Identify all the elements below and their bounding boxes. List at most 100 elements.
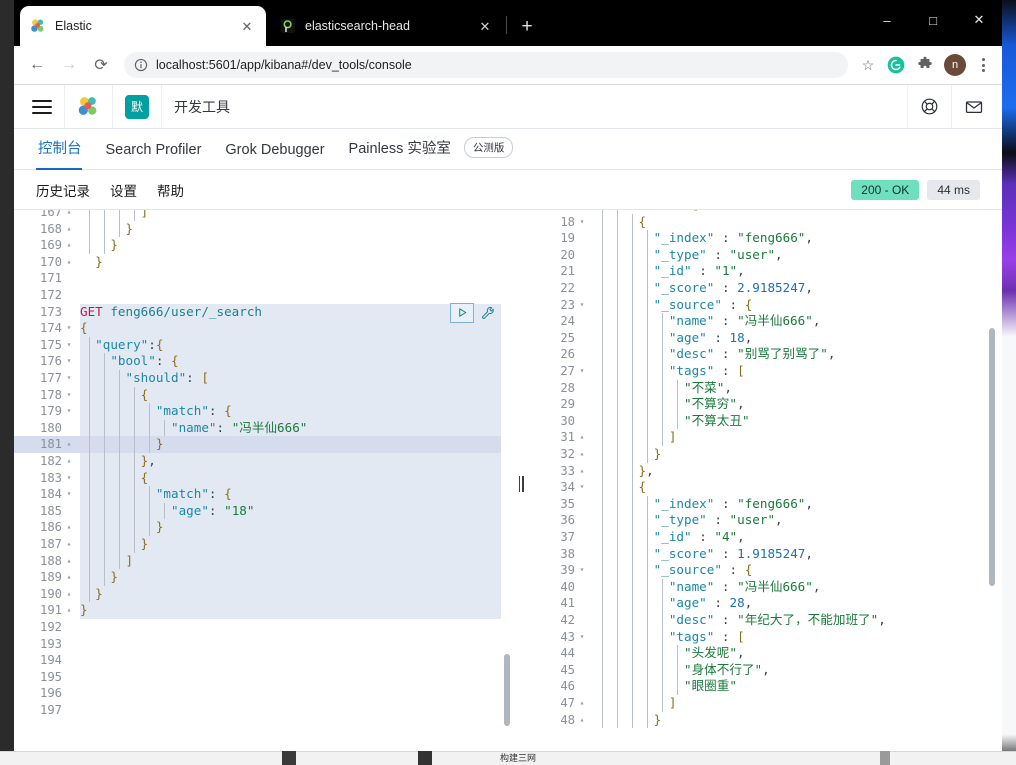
editor-line[interactable]: 180 "name": "冯半仙666": [14, 420, 511, 437]
hamburger-menu-icon[interactable]: [20, 85, 64, 129]
fold-marker[interactable]: ▾: [64, 337, 74, 354]
fold-marker[interactable]: ▴: [64, 453, 74, 470]
settings-link[interactable]: 设置: [110, 180, 137, 200]
close-icon[interactable]: ✕: [476, 17, 494, 35]
fold-marker[interactable]: ▴: [64, 221, 74, 238]
fold-marker[interactable]: ▴: [577, 463, 587, 480]
address-bar[interactable]: localhost:5601/app/kibana#/dev_tools/con…: [124, 52, 848, 78]
fold-marker[interactable]: ▾: [577, 562, 587, 579]
editor-line[interactable]: 176 ▾ "bool": {: [14, 353, 511, 370]
editor-line[interactable]: 168 ▴ }: [14, 221, 511, 238]
fold-marker[interactable]: ▴: [64, 569, 74, 586]
elastic-logo-icon[interactable]: [65, 85, 112, 129]
taskbar-item[interactable]: [880, 751, 890, 765]
close-icon[interactable]: ✕: [238, 17, 256, 35]
taskbar-item[interactable]: [282, 751, 296, 765]
editor-line[interactable]: 170 ▴ }: [14, 254, 511, 271]
fold-marker[interactable]: ▴: [577, 695, 587, 712]
editor-line[interactable]: 174 ▾ {: [14, 320, 511, 337]
window-minimize-button[interactable]: –: [864, 0, 910, 40]
puzzle-extensions-icon[interactable]: [912, 52, 938, 78]
fold-marker[interactable]: ▾: [577, 479, 587, 496]
new-tab-button[interactable]: +: [514, 14, 540, 40]
response-viewer[interactable]: 17▾ "hits" : [18▾ {19 "_index" : "feng66…: [531, 210, 1002, 751]
fold-marker[interactable]: ▴: [64, 237, 74, 254]
editor-line[interactable]: 169 ▴ }: [14, 237, 511, 254]
fold-marker[interactable]: ▾: [577, 297, 587, 314]
kebab-menu-icon[interactable]: [972, 58, 994, 72]
history-link[interactable]: 历史记录: [36, 180, 90, 200]
fold-marker[interactable]: ▴: [577, 429, 587, 446]
fold-marker[interactable]: ▴: [64, 254, 74, 271]
editor-line[interactable]: 177 ▾ "should": [: [14, 370, 511, 387]
forward-button[interactable]: →: [54, 50, 84, 80]
editor-line[interactable]: 185 "age": "18": [14, 503, 511, 520]
tab-console[interactable]: 控制台: [36, 137, 94, 170]
space-selector[interactable]: 默: [113, 85, 161, 129]
fold-marker[interactable]: ▾: [64, 370, 74, 387]
editor-line[interactable]: 173 GET feng666/user/_search: [14, 304, 511, 321]
tab-painless-lab[interactable]: Painless 实验室 公测版: [337, 137, 526, 169]
editor-line[interactable]: 182 ▴ },: [14, 453, 511, 470]
editor-line[interactable]: 194: [14, 652, 511, 669]
editor-line[interactable]: 186 ▴ }: [14, 519, 511, 536]
editor-line[interactable]: 197: [14, 702, 511, 719]
window-close-button[interactable]: ✕: [956, 0, 1002, 40]
editor-line[interactable]: 184 ▾ "match": {: [14, 486, 511, 503]
editor-line[interactable]: 196: [14, 685, 511, 702]
request-editor[interactable]: 167 ▴ ] 168 ▴ } 169 ▴ } 170 ▴ } 171 172 173 GET fen…: [14, 210, 511, 751]
wrench-icon[interactable]: [478, 303, 498, 323]
fold-marker[interactable]: ▴: [64, 553, 74, 570]
editor-line[interactable]: 178 ▾ {: [14, 387, 511, 404]
fold-marker[interactable]: ▾: [577, 214, 587, 231]
window-maximize-button[interactable]: □: [910, 0, 956, 40]
bookmark-star-icon[interactable]: ☆: [856, 53, 880, 77]
play-run-icon[interactable]: [450, 302, 474, 323]
editor-line[interactable]: 171: [14, 270, 511, 287]
editor-line[interactable]: 191 ▴}: [14, 602, 511, 619]
fold-marker[interactable]: ▴: [64, 210, 74, 221]
editor-line[interactable]: 167 ▴ ]: [14, 210, 511, 221]
grammarly-icon[interactable]: [883, 52, 909, 78]
fold-marker[interactable]: ▴: [64, 586, 74, 603]
fold-marker[interactable]: ▾: [64, 353, 74, 370]
editor-line[interactable]: 189 ▴ }: [14, 569, 511, 586]
editor-line[interactable]: 183 ▾ {: [14, 470, 511, 487]
fold-marker[interactable]: ▾: [64, 470, 74, 487]
tab-grok-debugger[interactable]: Grok Debugger: [213, 142, 336, 169]
editor-line[interactable]: 193: [14, 636, 511, 653]
os-taskbar[interactable]: 构建三网: [0, 751, 1016, 765]
pane-splitter[interactable]: [511, 210, 531, 751]
profile-avatar[interactable]: n: [944, 54, 966, 76]
fold-marker[interactable]: ▴: [64, 436, 74, 453]
fold-marker[interactable]: ▴: [64, 602, 74, 619]
editor-line[interactable]: 190 ▴ }: [14, 586, 511, 603]
fold-marker[interactable]: ▾: [64, 486, 74, 503]
fold-marker[interactable]: ▴: [577, 446, 587, 463]
taskbar-item[interactable]: [418, 751, 432, 765]
browser-tab-elastic[interactable]: Elastic ✕: [20, 6, 266, 46]
request-scrollbar[interactable]: [504, 654, 510, 726]
fold-marker[interactable]: ▴: [64, 519, 74, 536]
editor-line[interactable]: 181 ▴ }: [14, 436, 511, 453]
editor-line[interactable]: 175 ▾ "query":{: [14, 337, 511, 354]
editor-line[interactable]: 188 ▴ ]: [14, 553, 511, 570]
site-info-icon[interactable]: [134, 58, 148, 72]
envelope-icon[interactable]: [952, 85, 996, 129]
editor-line[interactable]: 192: [14, 619, 511, 636]
splitter-grip[interactable]: [517, 476, 525, 492]
fold-marker[interactable]: ▾: [64, 320, 74, 337]
fold-marker[interactable]: ▴: [64, 536, 74, 553]
reload-button[interactable]: ⟳: [86, 50, 116, 80]
editor-line[interactable]: 179 ▾ "match": {: [14, 403, 511, 420]
editor-line[interactable]: 195: [14, 669, 511, 686]
back-button[interactable]: ←: [22, 50, 52, 80]
fold-marker[interactable]: ▾: [64, 403, 74, 420]
response-scrollbar[interactable]: [989, 328, 995, 586]
fold-marker[interactable]: ▾: [64, 387, 74, 404]
editor-line[interactable]: 187 ▴ }: [14, 536, 511, 553]
editor-line[interactable]: 172: [14, 287, 511, 304]
browser-tab-elasticsearch-head[interactable]: elasticsearch-head ✕: [270, 6, 504, 46]
fold-marker[interactable]: ▾: [577, 629, 587, 646]
lifebuoy-help-icon[interactable]: [908, 85, 951, 129]
